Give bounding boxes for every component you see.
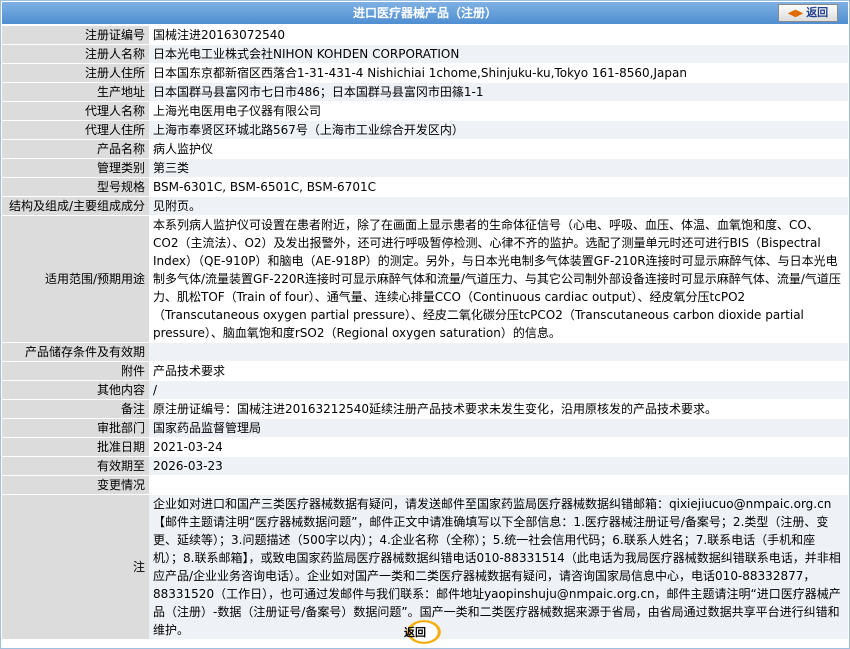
row-label: 附件 [2, 362, 149, 380]
row-value: 国家药品监督管理局 [149, 419, 848, 437]
row-value: 日本国群马县富冈市七日市486；日本国群马县富冈市田篠1-1 [149, 83, 848, 101]
row-value: 企业如对进口和国产三类医疗器械数据有疑问，请发送邮件至国家药监局医疗器械数据纠错… [149, 495, 848, 639]
table-row: 注册证编号 国械注进20163072540 [2, 26, 848, 44]
row-label: 审批部门 [2, 419, 149, 437]
info-table: 注册证编号 国械注进20163072540 注册人名称 日本光电工业株式会社NIHO… [2, 25, 848, 640]
table-row: 注企业如对进口和国产三类医疗器械数据有疑问，请发送邮件至国家药监局医疗器械数据纠… [2, 495, 848, 639]
table-row: 注册人住所 日本国东京都新宿区西落合1-31-431-4 Nishichiai 1… [2, 64, 848, 82]
row-label: 批准日期 [2, 438, 149, 456]
table-row: 其他内容 / [2, 381, 848, 399]
panel-header: 进口医疗器械产品（注册） [2, 2, 848, 24]
back-button-top[interactable]: ◀▶ 返回 [778, 4, 838, 22]
row-label: 管理类别 [2, 159, 149, 177]
row-value: 上海光电医用电子仪器有限公司 [149, 102, 848, 120]
row-label: 有效期至 [2, 457, 149, 475]
row-value: 国械注进20163072540 [149, 26, 848, 44]
row-label: 产品储存条件及有效期 [2, 343, 149, 361]
row-value: 见附页。 [149, 197, 848, 215]
row-label: 注册人住所 [2, 64, 149, 82]
row-label: 产品名称 [2, 140, 149, 158]
table-row: 变更情况 [2, 476, 848, 494]
table-row: 备注 原注册证编号：国械注进20163212540延续注册产品技术要求未发生变化，… [2, 400, 848, 418]
table-row: 代理人名称 上海光电医用电子仪器有限公司 [2, 102, 848, 120]
row-label: 变更情况 [2, 476, 149, 494]
row-label: 注 [2, 495, 149, 639]
page-title: 进口医疗器械产品（注册） [352, 6, 497, 20]
row-label: 代理人名称 [2, 102, 149, 120]
row-value: 产品技术要求 [149, 362, 848, 380]
table-row: 产品名称 病人监护仪 [2, 140, 848, 158]
detail-panel: 进口医疗器械产品（注册） ◀▶ 返回 注册证编号 国械注进20163072540 注… [0, 0, 850, 649]
table-row: 注册人名称 日本光电工业株式会社NIHON KOHDEN CORPORATION [2, 45, 848, 63]
row-value: / [149, 381, 848, 399]
row-value [149, 476, 848, 494]
back-button-bottom[interactable]: 返回 [399, 620, 445, 644]
row-label: 结构及组成/主要组成成分 [2, 197, 149, 215]
row-value: 第三类 [149, 159, 848, 177]
row-label: 型号规格 [2, 178, 149, 196]
table-row: 产品储存条件及有效期 [2, 343, 848, 361]
row-value: 2026-03-23 [149, 457, 848, 475]
table-row: 生产地址 日本国群马县富冈市七日市486；日本国群马县富冈市田篠1-1 [2, 83, 848, 101]
row-value: BSM-6301C, BSM-6501C, BSM-6701C [149, 178, 848, 196]
row-label: 代理人住所 [2, 121, 149, 139]
row-value: 病人监护仪 [149, 140, 848, 158]
row-label: 适用范围/预期用途 [2, 216, 149, 342]
table-row: 管理类别 第三类 [2, 159, 848, 177]
table-row: 结构及组成/主要组成成分 见附页。 [2, 197, 848, 215]
row-label: 其他内容 [2, 381, 149, 399]
table-row: 代理人住所 上海市奉贤区环城北路567号（上海市工业综合开发区内） [2, 121, 848, 139]
table-row: 有效期至 2026-03-23 [2, 457, 848, 475]
row-value: 日本国东京都新宿区西落合1-31-431-4 Nishichiai 1chome… [149, 64, 848, 82]
table-row: 审批部门 国家药品监督管理局 [2, 419, 848, 437]
row-label: 备注 [2, 400, 149, 418]
table-row: 型号规格 BSM-6301C, BSM-6501C, BSM-6701C [2, 178, 848, 196]
row-label: 生产地址 [2, 83, 149, 101]
back-button-bottom-label: 返回 [404, 626, 426, 639]
table-row: 批准日期 2021-03-24 [2, 438, 848, 456]
row-label: 注册人名称 [2, 45, 149, 63]
row-value: 上海市奉贤区环城北路567号（上海市工业综合开发区内） [149, 121, 848, 139]
table-row: 适用范围/预期用途 本系列病人监护仪可设置在患者附近，除了在画面上显示患者的生命体… [2, 216, 848, 342]
row-label: 注册证编号 [2, 26, 149, 44]
row-value: 2021-03-24 [149, 438, 848, 456]
table-row: 附件 产品技术要求 [2, 362, 848, 380]
back-button-label: 返回 [806, 6, 829, 19]
back-arrow-icon: ◀▶ [787, 8, 804, 19]
row-value: 原注册证编号：国械注进20163212540延续注册产品技术要求未发生变化，沿用… [149, 400, 848, 418]
row-value: 本系列病人监护仪可设置在患者附近，除了在画面上显示患者的生命体征信号（心电、呼吸… [149, 216, 848, 342]
row-value: 日本光电工业株式会社NIHON KOHDEN CORPORATION [149, 45, 848, 63]
row-value [149, 343, 848, 361]
